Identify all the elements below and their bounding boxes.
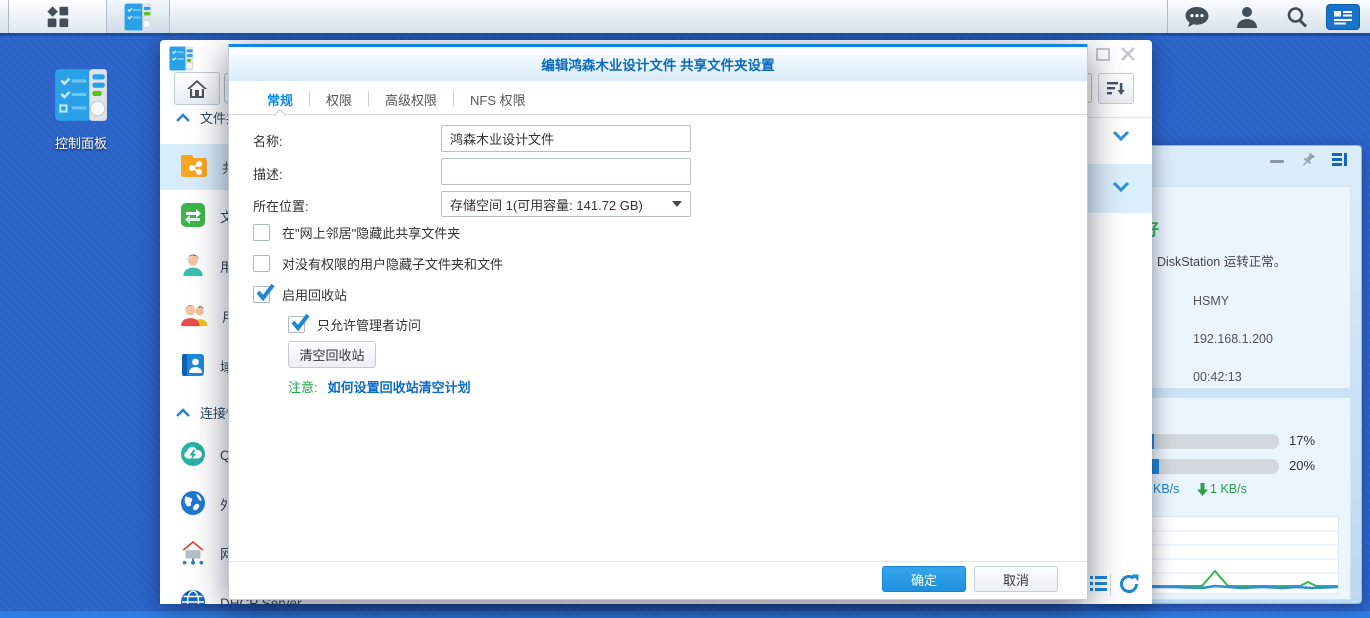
network-icon — [180, 539, 206, 568]
name-field[interactable] — [441, 125, 691, 152]
location-dropdown[interactable]: 存储空间 1(可用容量: 141.72 GB) — [441, 191, 691, 217]
list-view-icon[interactable] — [1090, 575, 1107, 595]
upload-speed-label: KB/s — [1153, 482, 1179, 496]
uptime-value: 00:42:13 — [1193, 370, 1242, 384]
home-button[interactable] — [174, 72, 220, 105]
empty-recycle-bin-button[interactable]: 清空回收站 — [288, 341, 376, 368]
dialog-tabs: 常规 权限 高级权限 NFS 权限 — [251, 84, 542, 114]
desktop-bottom-strip — [0, 611, 1370, 618]
ip-address-value: 192.168.1.200 — [1193, 332, 1273, 346]
download-arrow-icon — [1197, 483, 1208, 496]
description-field[interactable] — [441, 158, 691, 185]
pin-icon[interactable] — [1300, 152, 1316, 171]
collapse-list-button[interactable] — [1098, 73, 1134, 104]
download-speed-row: 1 KB/s — [1197, 482, 1247, 496]
main-menu-icon — [45, 4, 71, 30]
hide-subfolders-checkbox-row: 对没有权限的用户隐藏子文件夹和文件 — [253, 254, 503, 273]
ram-percent-label: 20% — [1289, 458, 1315, 473]
tabbar-divider — [229, 114, 1087, 115]
footer-divider — [229, 561, 1087, 562]
search-icon — [1285, 5, 1309, 29]
pilot-view-button[interactable] — [1326, 4, 1360, 30]
dialog-titlebar: 编辑鸿森木业设计文件 共享文件夹设置 — [229, 47, 1087, 81]
cancel-button[interactable]: 取消 — [974, 566, 1058, 592]
taskbar-control-panel-button[interactable] — [107, 0, 169, 33]
hide-network-checkbox[interactable] — [253, 224, 270, 241]
taskbar-right — [1167, 0, 1370, 33]
hide-network-checkbox-row: 在"网上邻居"隐藏此共享文件夹 — [253, 223, 460, 242]
tab-advanced-permissions[interactable]: 高级权限 — [369, 84, 453, 114]
show-desktop-button[interactable] — [0, 0, 8, 33]
active-tab-notch — [274, 109, 287, 122]
dropdown-arrow-icon — [672, 201, 682, 207]
location-dropdown-value: 存储空间 1(可用容量: 141.72 GB) — [450, 195, 643, 214]
maximize-button[interactable] — [1096, 48, 1110, 65]
taskbar-divider — [169, 0, 170, 33]
admin-only-checkbox[interactable] — [288, 316, 305, 333]
user-group-icon — [180, 302, 208, 331]
chevron-down-icon[interactable] — [1112, 181, 1130, 196]
note-label: 注意: — [288, 377, 318, 396]
tab-permissions[interactable]: 权限 — [310, 84, 368, 114]
tab-general[interactable]: 常规 — [251, 84, 309, 114]
ok-button[interactable]: 确定 — [882, 566, 966, 592]
control-panel-task-icon — [123, 2, 153, 32]
footer-divider — [1110, 574, 1111, 596]
admin-only-checkbox-row: 只允许管理者访问 — [288, 315, 421, 334]
domain-ldap-icon — [180, 352, 206, 381]
user-menu-button[interactable] — [1226, 5, 1268, 29]
taskbar — [0, 0, 1370, 36]
hide-subfolders-checkbox[interactable] — [253, 255, 270, 272]
checkbox-label: 启用回收站 — [282, 285, 347, 304]
main-menu-button[interactable] — [9, 0, 106, 33]
desktop: 控制面板 好 DiskStation 运转正常。 HSMY 192.168.1.… — [0, 0, 1370, 618]
pilot-view-icon — [1333, 9, 1353, 25]
dialog-title: 编辑鸿森木业设计文件 共享文件夹设置 — [541, 54, 774, 74]
edit-shared-folder-dialog: 编辑鸿森木业设计文件 共享文件夹设置 常规 权限 高级权限 NFS 权限 名称:… — [228, 44, 1088, 600]
enable-recycle-checkbox-row: 启用回收站 — [253, 285, 347, 304]
taskbar-divider — [1167, 0, 1168, 33]
location-label: 所在位置: — [253, 196, 309, 215]
desktop-icon-control-panel[interactable]: 控制面板 — [36, 66, 126, 152]
widget-minimize-icon[interactable] — [1270, 160, 1284, 163]
checkbox-label: 对没有权限的用户隐藏子文件夹和文件 — [282, 254, 503, 273]
refresh-icon[interactable] — [1118, 572, 1140, 599]
description-label: 描述: — [253, 164, 283, 183]
shared-folder-icon — [180, 153, 208, 182]
checkbox-label: 只允许管理者访问 — [317, 315, 421, 334]
control-panel-icon — [52, 112, 110, 127]
user-icon — [180, 252, 206, 281]
search-button[interactable] — [1276, 5, 1318, 29]
widget-layout-icon[interactable] — [1332, 152, 1349, 170]
desktop-icon-label: 控制面板 — [36, 133, 126, 152]
enable-recycle-checkbox[interactable] — [253, 286, 270, 303]
file-services-icon — [180, 202, 206, 231]
server-name-value: HSMY — [1193, 294, 1229, 308]
external-access-icon — [180, 490, 206, 519]
health-status-message: DiskStation 运转正常。 — [1157, 251, 1286, 270]
control-panel-window-icon — [168, 45, 195, 75]
chat-icon — [1184, 5, 1210, 29]
cpu-percent-label: 17% — [1289, 433, 1315, 448]
note-row: 注意: 如何设置回收站清空计划 — [288, 377, 471, 396]
checkbox-label: 在"网上邻居"隐藏此共享文件夹 — [282, 223, 460, 242]
notifications-button[interactable] — [1176, 5, 1218, 29]
name-label: 名称: — [253, 131, 283, 150]
quickconnect-icon — [180, 441, 206, 470]
chevron-down-icon[interactable] — [1112, 130, 1130, 145]
download-speed-label: 1 KB/s — [1210, 482, 1247, 496]
close-button[interactable] — [1120, 46, 1136, 66]
tab-nfs-permissions[interactable]: NFS 权限 — [454, 84, 542, 114]
dhcp-server-icon — [180, 589, 206, 605]
recycle-schedule-link[interactable]: 如何设置回收站清空计划 — [328, 377, 471, 396]
user-icon — [1236, 5, 1258, 29]
